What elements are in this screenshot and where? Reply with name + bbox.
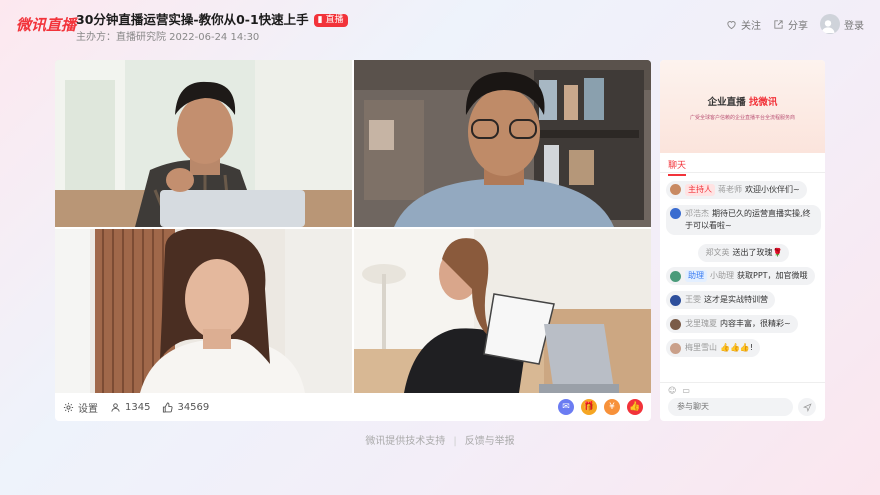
emoji-icon[interactable]: ☺ bbox=[668, 386, 676, 395]
chat-message: 梅里雪山 👍👍👍! bbox=[666, 339, 761, 357]
chat-tools: ☺ ▭ bbox=[668, 386, 696, 395]
share-label: 分享 bbox=[788, 20, 808, 32]
gift-icon[interactable]: 🎁 bbox=[581, 399, 597, 415]
chat-message: 戈里瑰夏 内容丰富，很精彩~ bbox=[666, 315, 798, 333]
reward-icon[interactable]: ¥ bbox=[604, 399, 620, 415]
brand-logo: 微讯直播 bbox=[16, 16, 77, 34]
video-grid bbox=[55, 60, 651, 393]
video-tile-3[interactable] bbox=[55, 229, 352, 393]
participant-video-2 bbox=[354, 60, 651, 227]
chat-message: 主持人 蒋老师 欢迎小伙伴们~ bbox=[666, 180, 807, 199]
avatar bbox=[670, 318, 681, 330]
chat-message-list: 主持人 蒋老师 欢迎小伙伴们~ 邓浩杰 期待已久的运营直播实操,终于可以看啦~ 郑文英… bbox=[666, 180, 821, 363]
chat-message: 邓浩杰 期待已久的运营直播实操,终于可以看啦~ bbox=[666, 204, 821, 235]
thumbs-up-icon bbox=[163, 401, 173, 413]
gear-icon bbox=[63, 402, 74, 412]
video-panel: 设置 1345 34569 ✉ 🎁 ¥ 👍 bbox=[55, 60, 651, 421]
chat-message: 王雯 这才是实战特训营 bbox=[666, 291, 775, 309]
like-button-icon[interactable]: 👍 bbox=[627, 399, 643, 415]
send-icon bbox=[802, 402, 812, 412]
chat-panel: 企业直播 找微讯 广受全球客户信赖的企业直播平台全流程服务商 聊天 主持人 蒋老师… bbox=[660, 60, 825, 421]
assistant-role-badge: 助理 bbox=[685, 270, 707, 282]
avatar bbox=[670, 184, 681, 195]
footer: 微讯提供技术支持 | 反馈与举报 bbox=[0, 432, 880, 447]
chat-input[interactable] bbox=[668, 398, 793, 416]
login-label: 登录 bbox=[844, 20, 864, 32]
video-tile-4[interactable] bbox=[354, 229, 651, 393]
page-title: 30分钟直播运营实操-教你从0-1快速上手 ▮ 直播 bbox=[76, 9, 348, 28]
report-link[interactable]: 反馈与举报 bbox=[465, 436, 515, 447]
gift-notice: 郑文英 送出了玫瑰 🌹 bbox=[697, 243, 790, 262]
follow-button[interactable]: 关注 bbox=[726, 17, 761, 32]
banner-title: 企业直播 bbox=[707, 97, 746, 108]
participant-video-4 bbox=[354, 229, 651, 393]
share-icon bbox=[774, 19, 783, 29]
settings-label: 设置 bbox=[78, 403, 98, 415]
host-info: 主办方：直播研究院 2022-06-24 14:30 bbox=[76, 32, 260, 43]
banner-highlight: 找微讯 bbox=[748, 97, 778, 108]
host-role-badge: 主持人 bbox=[685, 183, 715, 196]
avatar-icon bbox=[820, 14, 840, 34]
ad-banner[interactable]: 企业直播 找微讯 广受全球客户信赖的企业直播平台全流程服务商 bbox=[660, 60, 825, 153]
login-button[interactable]: 登录 bbox=[820, 14, 864, 34]
avatar bbox=[670, 270, 681, 282]
live-badge: ▮ 直播 bbox=[313, 14, 348, 27]
viewer-count: 1345 bbox=[110, 402, 150, 413]
user-icon bbox=[111, 402, 120, 412]
tech-support-text: 微讯提供技术支持 bbox=[365, 436, 446, 447]
chat-composer: ☺ ▭ bbox=[660, 382, 825, 421]
image-icon[interactable]: ▭ bbox=[682, 386, 690, 395]
settings-button[interactable]: 设置 bbox=[63, 400, 98, 415]
follow-label: 关注 bbox=[741, 20, 761, 32]
participant-video-1 bbox=[55, 60, 352, 227]
avatar bbox=[670, 342, 681, 354]
invite-card-icon[interactable]: ✉ bbox=[558, 399, 574, 415]
video-tile-2[interactable] bbox=[354, 60, 651, 227]
video-toolbar: 设置 1345 34569 ✉ 🎁 ¥ 👍 bbox=[55, 393, 651, 421]
share-button[interactable]: 分享 bbox=[773, 17, 808, 32]
event-title: 30分钟直播运营实操-教你从0-1快速上手 bbox=[76, 12, 309, 27]
video-tile-1[interactable] bbox=[55, 60, 352, 227]
send-button[interactable] bbox=[798, 398, 816, 416]
chat-message: 助理 小助理 获取PPT，加官微哦 bbox=[666, 267, 815, 285]
like-count-value: 34569 bbox=[177, 401, 210, 413]
rose-icon: 🌹 bbox=[772, 247, 783, 257]
avatar bbox=[670, 294, 681, 306]
avatar bbox=[670, 208, 681, 219]
tab-chat[interactable]: 聊天 bbox=[660, 153, 825, 176]
footer-divider: | bbox=[453, 436, 457, 447]
banner-subtitle: 广受全球客户信赖的企业直播平台全流程服务商 bbox=[689, 115, 795, 121]
participant-video-3 bbox=[55, 229, 352, 393]
top-actions: 关注 分享 登录 bbox=[714, 14, 864, 34]
viewer-count-value: 1345 bbox=[125, 401, 151, 413]
heart-icon bbox=[727, 20, 736, 29]
reaction-buttons: ✉ 🎁 ¥ 👍 bbox=[551, 399, 643, 415]
like-count: 34569 bbox=[162, 402, 209, 413]
